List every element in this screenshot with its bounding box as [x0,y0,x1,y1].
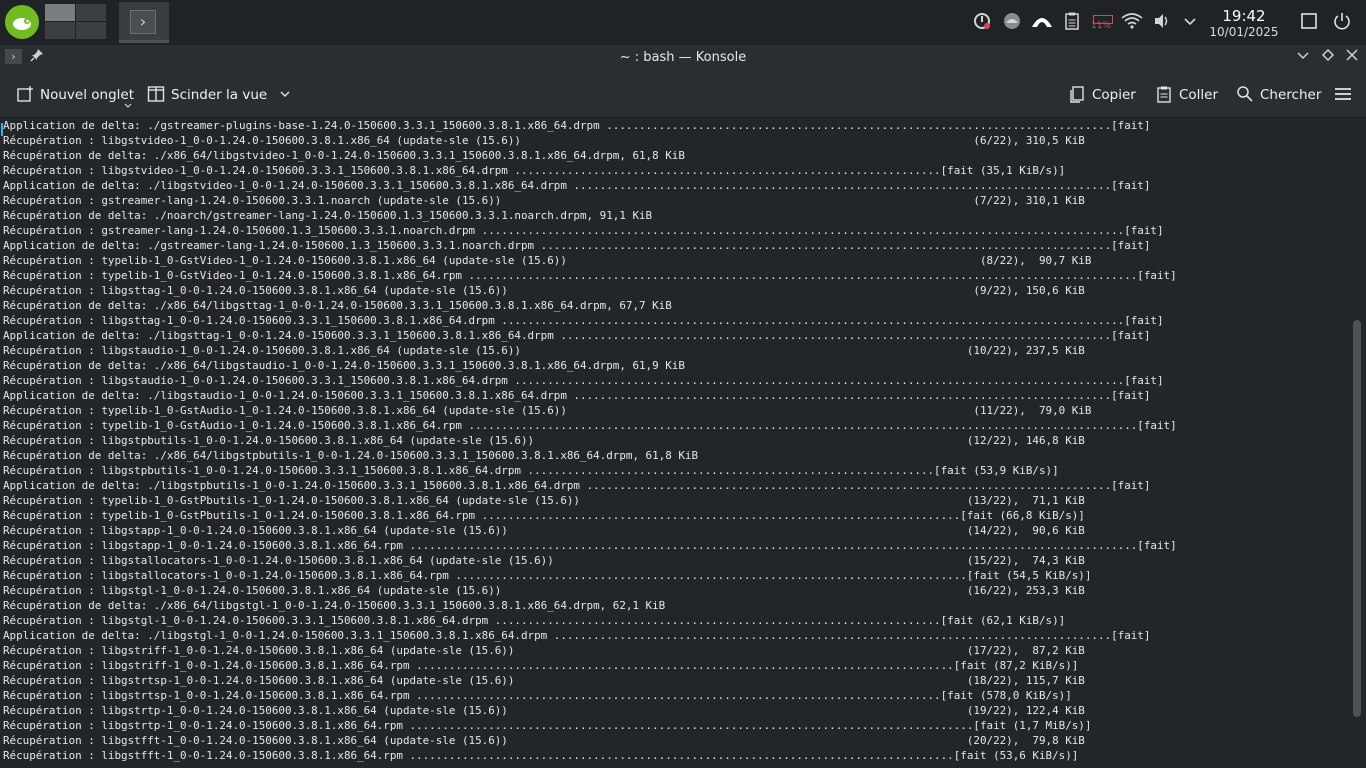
chevron-down-icon[interactable] [1179,11,1201,33]
split-view-icon [147,85,165,103]
terminal-line: Récupération : typelib-1_0-GstAudio-1_0-… [3,404,1092,417]
hamburger-menu-icon[interactable] [1334,85,1352,105]
desktop-2[interactable] [76,4,106,21]
network-bar-icon[interactable] [1030,11,1052,33]
clock[interactable]: 19:42 10/01/2025 [1204,7,1284,40]
dropdown-indicator-icon [124,96,132,116]
terminal-line: Récupération : typelib-1_0-GstPbutils-1_… [3,494,1085,507]
copy-label: Copier [1092,87,1136,103]
terminal-line: Application de delta: ./gstreamer-plugin… [3,119,1151,132]
clipboard-icon[interactable] [1061,11,1083,33]
desktop-3[interactable] [45,22,75,39]
terminal-line: Récupération : libgstgl-1_0-0-1.24.0-150… [3,614,1066,627]
terminal-line: Récupération : libgstpbutils-1_0-0-1.24.… [3,434,1085,447]
terminal-line: Récupération : libgsttag-1_0-0-1.24.0-15… [3,284,1085,297]
terminal-line: Récupération de delta: ./x86_64/libgstgl… [3,599,666,612]
terminal-line: Récupération : libgstapp-1_0-0-1.24.0-15… [3,539,1177,552]
paste-button[interactable]: Coller [1155,85,1218,105]
terminal-line: Récupération : gstreamer-lang-1.24.0-150… [3,194,1085,207]
terminal-line: Récupération : libgstriff-1_0-0-1.24.0-1… [3,659,1079,672]
paste-label: Coller [1179,87,1219,103]
terminal-line: Application de delta: ./libgstvideo-1_0-… [3,179,1151,192]
search-label: Chercher [1260,87,1322,103]
disk-icon[interactable] [1001,11,1023,33]
terminal-line: Application de delta: ./libgsttag-1_0-0-… [3,329,1151,342]
konsole-toolbar: Nouvel onglet Scinder la vue Copier Coll… [0,72,1366,118]
terminal-scrollbar[interactable] [1350,118,1366,768]
taskbar-konsole-button[interactable]: › [119,2,169,43]
new-tab-icon [16,85,34,103]
split-view-button[interactable]: Scinder la vue [147,85,291,105]
terminal-line: Récupération : typelib-1_0-GstVideo-1_0-… [3,254,1092,267]
top-panel: › 11% 19:42 10/01/2025 [0,0,1366,45]
terminal-line: Récupération : typelib-1_0-GstPbutils-1_… [3,509,1085,522]
paste-icon [1155,85,1173,103]
virtual-desktop-pager [45,4,107,40]
desktop-1[interactable] [45,4,75,21]
clock-date: 10/01/2025 [1209,25,1279,39]
new-tab-button[interactable]: Nouvel onglet [16,85,134,108]
terminal-line: Récupération de delta: ./x86_64/libgstvi… [3,149,685,162]
battery-icon[interactable]: 11% [1091,12,1113,32]
maximize-icon[interactable] [1318,48,1338,68]
terminal-icon: › [130,10,156,34]
terminal-line: Récupération : libgstallocators-1_0-0-1.… [3,554,1085,567]
scrollbar-thumb[interactable] [1353,320,1361,717]
terminal-line: Récupération : typelib-1_0-GstAudio-1_0-… [3,419,1177,432]
terminal-line: Récupération : libgstriff-1_0-0-1.24.0-1… [3,644,1085,657]
terminal-line: Application de delta: ./gstreamer-lang-1… [3,239,1151,252]
terminal-line: Récupération de delta: ./x86_64/libgstpb… [3,449,699,462]
clock-time: 19:42 [1222,7,1266,25]
wifi-icon[interactable] [1121,11,1143,33]
terminal-line: Récupération : libgstapp-1_0-0-1.24.0-15… [3,524,1085,537]
terminal-line: Récupération : libgstvideo-1_0-0-1.24.0-… [3,134,1085,147]
volume-icon[interactable] [1151,11,1173,33]
terminal-cursor [1,123,3,136]
search-icon [1236,85,1254,103]
terminal-line: Récupération : libgstaudio-1_0-0-1.24.0-… [3,344,1085,357]
terminal-line: Application de delta: ./libgstgl-1_0-0-1… [3,629,1151,642]
chevron-down-icon [279,86,291,106]
terminal-line: Récupération : libgstrtp-1_0-0-1.24.0-15… [3,704,1085,717]
opensuse-logo-icon[interactable] [5,5,39,39]
terminal-line: Récupération : libgstpbutils-1_0-0-1.24.… [3,464,1059,477]
battery-percent: 11% [1091,21,1112,31]
copy-button[interactable]: Copier [1068,85,1136,105]
window-title: ~ : bash — Konsole [619,50,747,65]
terminal-line: Récupération : libgstfft-1_0-0-1.24.0-15… [3,734,1085,747]
terminal-line: Récupération : libgstrtsp-1_0-0-1.24.0-1… [3,674,1085,687]
desktop-4[interactable] [76,22,106,39]
new-tab-label: Nouvel onglet [40,87,134,103]
terminal-line: Récupération : libgstgl-1_0-0-1.24.0-150… [3,584,1085,597]
split-view-label: Scinder la vue [171,87,268,103]
terminal-line: Récupération : libgstfft-1_0-0-1.24.0-15… [3,749,1079,762]
terminal-line: Récupération : libgstvideo-1_0-0-1.24.0-… [3,164,1066,177]
terminal-line: Récupération : libgsttag-1_0-0-1.24.0-15… [3,314,1164,327]
close-icon[interactable] [1342,48,1362,68]
terminal-line: Récupération de delta: ./x86_64/libgstau… [3,359,685,372]
terminal-line: Application de delta: ./libgstpbutils-1_… [3,479,1151,492]
updates-icon[interactable] [971,11,993,33]
terminal-line: Récupération de delta: ./noarch/gstreame… [3,209,653,222]
search-button[interactable]: Chercher [1236,85,1321,105]
terminal-line: Récupération : libgstallocators-1_0-0-1.… [3,569,1092,582]
terminal-line: Application de delta: ./libgstaudio-1_0-… [3,389,1151,402]
terminal-line: Récupération : libgstrtp-1_0-0-1.24.0-15… [3,719,1092,732]
terminal-line: Récupération de delta: ./x86_64/libgstta… [3,299,672,312]
window-titlebar[interactable]: › ~ : bash — Konsole [0,45,1366,72]
terminal-line: Récupération : gstreamer-lang-1.24.0-150… [3,224,1164,237]
minimize-icon[interactable] [1293,48,1313,68]
copy-icon [1068,85,1086,103]
terminal-line: Récupération : libgstaudio-1_0-0-1.24.0-… [3,374,1164,387]
power-icon[interactable] [1331,11,1353,33]
terminal-line: Récupération : typelib-1_0-GstVideo-1_0-… [3,269,1177,282]
terminal-line: Récupération : libgstrtsp-1_0-0-1.24.0-1… [3,689,1072,702]
show-desktop-icon[interactable] [1298,11,1320,33]
terminal-output[interactable]: Application de delta: ./gstreamer-plugin… [0,118,1350,768]
